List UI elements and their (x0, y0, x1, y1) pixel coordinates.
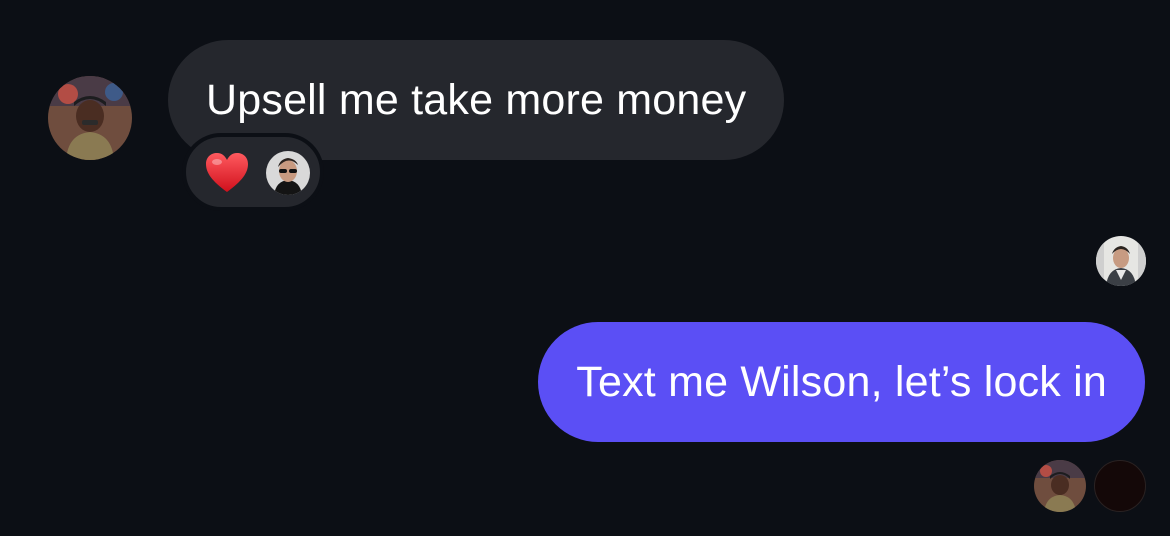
outgoing-message-bubble[interactable]: Text me Wilson, let’s lock in (538, 322, 1145, 442)
chat-thread: Upsell me take more money Text me Wilson… (0, 0, 1170, 536)
seen-avatar-2-icon (1094, 460, 1146, 512)
sender-avatar-icon[interactable] (48, 76, 132, 160)
participant-avatar-icon[interactable] (1096, 236, 1146, 286)
red-heart-icon (206, 153, 248, 192)
seen-avatar-1-icon (1034, 460, 1086, 512)
incoming-message-text: Upsell me take more money (206, 75, 747, 124)
message-reaction[interactable] (182, 133, 324, 211)
outgoing-message-text: Text me Wilson, let’s lock in (576, 357, 1107, 406)
reactor-avatar-icon (266, 151, 310, 195)
